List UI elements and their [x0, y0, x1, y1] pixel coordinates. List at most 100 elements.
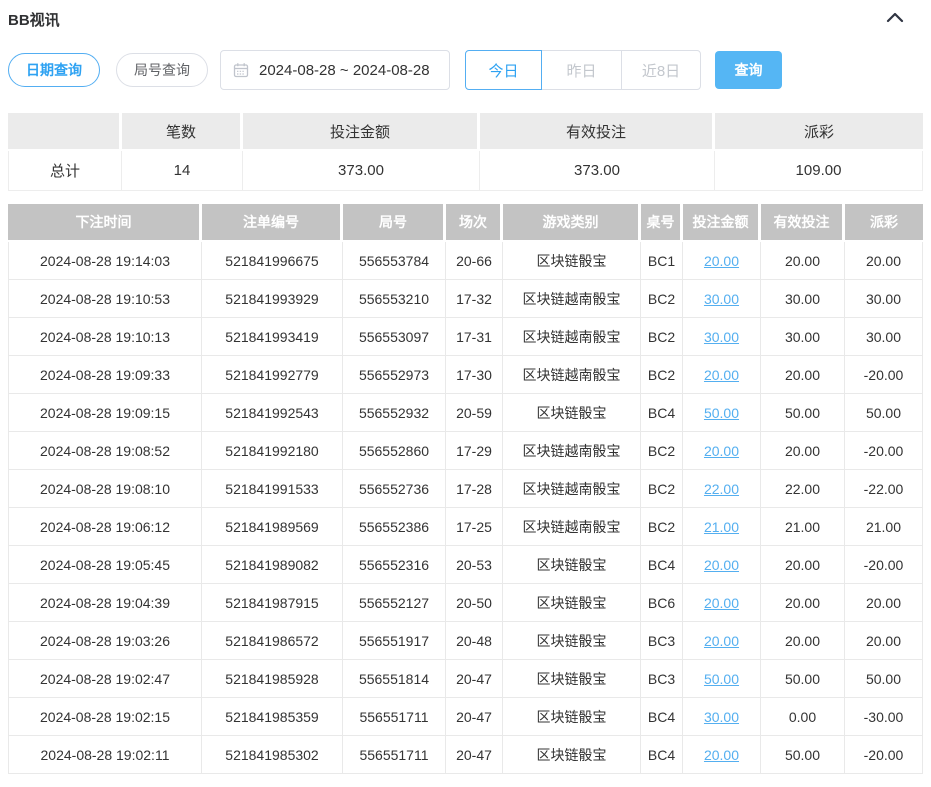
table-row: 2024-08-28 19:06:12 521841989569 5565523… — [8, 508, 923, 546]
cell-payout: 50.00 — [845, 394, 923, 432]
bet-amount-link[interactable]: 22.00 — [704, 481, 739, 497]
bet-amount-link[interactable]: 30.00 — [704, 291, 739, 307]
range-last8days-button[interactable]: 近8日 — [621, 50, 701, 90]
bet-amount-link[interactable]: 20.00 — [704, 747, 739, 763]
cell-game-type: 区块链骰宝 — [503, 736, 641, 774]
bet-amount-link[interactable]: 20.00 — [704, 557, 739, 573]
col-header-bet-time: 下注时间 — [8, 204, 202, 242]
table-row: 2024-08-28 19:09:33 521841992779 5565529… — [8, 356, 923, 394]
cell-order-no: 521841987915 — [202, 584, 343, 622]
bet-amount-link[interactable]: 30.00 — [704, 709, 739, 725]
cell-table-no: BC2 — [641, 508, 683, 546]
cell-game-type: 区块链骰宝 — [503, 584, 641, 622]
cell-session: 20-66 — [446, 242, 503, 280]
bet-amount-link[interactable]: 20.00 — [704, 633, 739, 649]
tab-date-query[interactable]: 日期查询 — [8, 53, 100, 87]
summary-col-valid-bet: 有效投注 — [480, 113, 715, 151]
cell-bet-amount: 50.00 — [683, 660, 761, 698]
cell-table-no: BC2 — [641, 356, 683, 394]
cell-session: 17-32 — [446, 280, 503, 318]
col-header-table-no: 桌号 — [641, 204, 683, 242]
cell-table-no: BC4 — [641, 394, 683, 432]
cell-session: 17-31 — [446, 318, 503, 356]
cell-valid-bet: 20.00 — [761, 432, 845, 470]
cell-table-no: BC6 — [641, 584, 683, 622]
page-title: BB视讯 — [8, 6, 60, 30]
calendar-icon — [233, 62, 249, 78]
cell-bet-amount: 20.00 — [683, 432, 761, 470]
bet-amount-link[interactable]: 21.00 — [704, 519, 739, 535]
search-button[interactable]: 查询 — [715, 51, 782, 89]
cell-valid-bet: 20.00 — [761, 242, 845, 280]
panel-header: BB视讯 — [8, 6, 923, 32]
range-yesterday-button[interactable]: 昨日 — [541, 50, 622, 90]
table-row: 2024-08-28 19:08:52 521841992180 5565528… — [8, 432, 923, 470]
table-row: 2024-08-28 19:02:11 521841985302 5565517… — [8, 736, 923, 774]
cell-payout: 30.00 — [845, 280, 923, 318]
cell-round-no: 556552127 — [343, 584, 446, 622]
cell-bet-amount: 30.00 — [683, 280, 761, 318]
bet-amount-link[interactable]: 20.00 — [704, 253, 739, 269]
bet-amount-link[interactable]: 20.00 — [704, 595, 739, 611]
cell-order-no: 521841986572 — [202, 622, 343, 660]
cell-round-no: 556552860 — [343, 432, 446, 470]
cell-payout: -20.00 — [845, 546, 923, 584]
cell-session: 17-25 — [446, 508, 503, 546]
cell-session: 20-47 — [446, 660, 503, 698]
cell-payout: 30.00 — [845, 318, 923, 356]
col-header-game-type: 游戏类别 — [503, 204, 641, 242]
cell-round-no: 556553784 — [343, 242, 446, 280]
cell-bet-amount: 20.00 — [683, 356, 761, 394]
col-header-session: 场次 — [446, 204, 503, 242]
cell-game-type: 区块链骰宝 — [503, 394, 641, 432]
bet-table-header-row: 下注时间 注单编号 局号 场次 游戏类别 桌号 投注金额 有效投注 派彩 — [8, 204, 923, 242]
range-today-button[interactable]: 今日 — [465, 50, 542, 90]
summary-total-valid-bet: 373.00 — [480, 151, 715, 191]
cell-round-no: 556551711 — [343, 736, 446, 774]
cell-round-no: 556553097 — [343, 318, 446, 356]
cell-table-no: BC2 — [641, 280, 683, 318]
cell-session: 20-48 — [446, 622, 503, 660]
cell-bet-time: 2024-08-28 19:04:39 — [8, 584, 202, 622]
cell-bet-amount: 50.00 — [683, 394, 761, 432]
col-header-round-no: 局号 — [343, 204, 446, 242]
cell-order-no: 521841989569 — [202, 508, 343, 546]
cell-table-no: BC2 — [641, 318, 683, 356]
cell-order-no: 521841992180 — [202, 432, 343, 470]
cell-bet-amount: 20.00 — [683, 584, 761, 622]
bet-amount-link[interactable]: 50.00 — [704, 671, 739, 687]
cell-table-no: BC2 — [641, 432, 683, 470]
cell-valid-bet: 20.00 — [761, 584, 845, 622]
cell-table-no: BC4 — [641, 546, 683, 584]
cell-session: 20-50 — [446, 584, 503, 622]
collapse-panel-button[interactable] — [885, 6, 923, 27]
summary-col-payout: 派彩 — [715, 113, 923, 151]
cell-valid-bet: 50.00 — [761, 660, 845, 698]
cell-game-type: 区块链越南骰宝 — [503, 470, 641, 508]
cell-payout: -30.00 — [845, 698, 923, 736]
summary-total-bet-amount: 373.00 — [243, 151, 480, 191]
cell-game-type: 区块链越南骰宝 — [503, 280, 641, 318]
col-header-bet-amount: 投注金额 — [683, 204, 761, 242]
table-row: 2024-08-28 19:03:26 521841986572 5565519… — [8, 622, 923, 660]
tab-round-query[interactable]: 局号查询 — [116, 53, 208, 87]
summary-total-payout: 109.00 — [715, 151, 923, 191]
bet-amount-link[interactable]: 50.00 — [704, 405, 739, 421]
cell-bet-time: 2024-08-28 19:02:15 — [8, 698, 202, 736]
cell-game-type: 区块链越南骰宝 — [503, 508, 641, 546]
cell-session: 17-30 — [446, 356, 503, 394]
summary-col-count: 笔数 — [122, 113, 243, 151]
table-row: 2024-08-28 19:04:39 521841987915 5565521… — [8, 584, 923, 622]
bet-records-panel: BB视讯 日期查询 局号查询 2024 — [0, 0, 931, 774]
cell-payout: -20.00 — [845, 432, 923, 470]
cell-valid-bet: 30.00 — [761, 318, 845, 356]
cell-payout: 20.00 — [845, 584, 923, 622]
cell-bet-time: 2024-08-28 19:09:15 — [8, 394, 202, 432]
bet-amount-link[interactable]: 20.00 — [704, 367, 739, 383]
col-header-valid-bet: 有效投注 — [761, 204, 845, 242]
cell-order-no: 521841992543 — [202, 394, 343, 432]
cell-game-type: 区块链骰宝 — [503, 242, 641, 280]
bet-amount-link[interactable]: 30.00 — [704, 329, 739, 345]
date-range-input[interactable]: 2024-08-28 ~ 2024-08-28 — [220, 50, 450, 90]
bet-amount-link[interactable]: 20.00 — [704, 443, 739, 459]
